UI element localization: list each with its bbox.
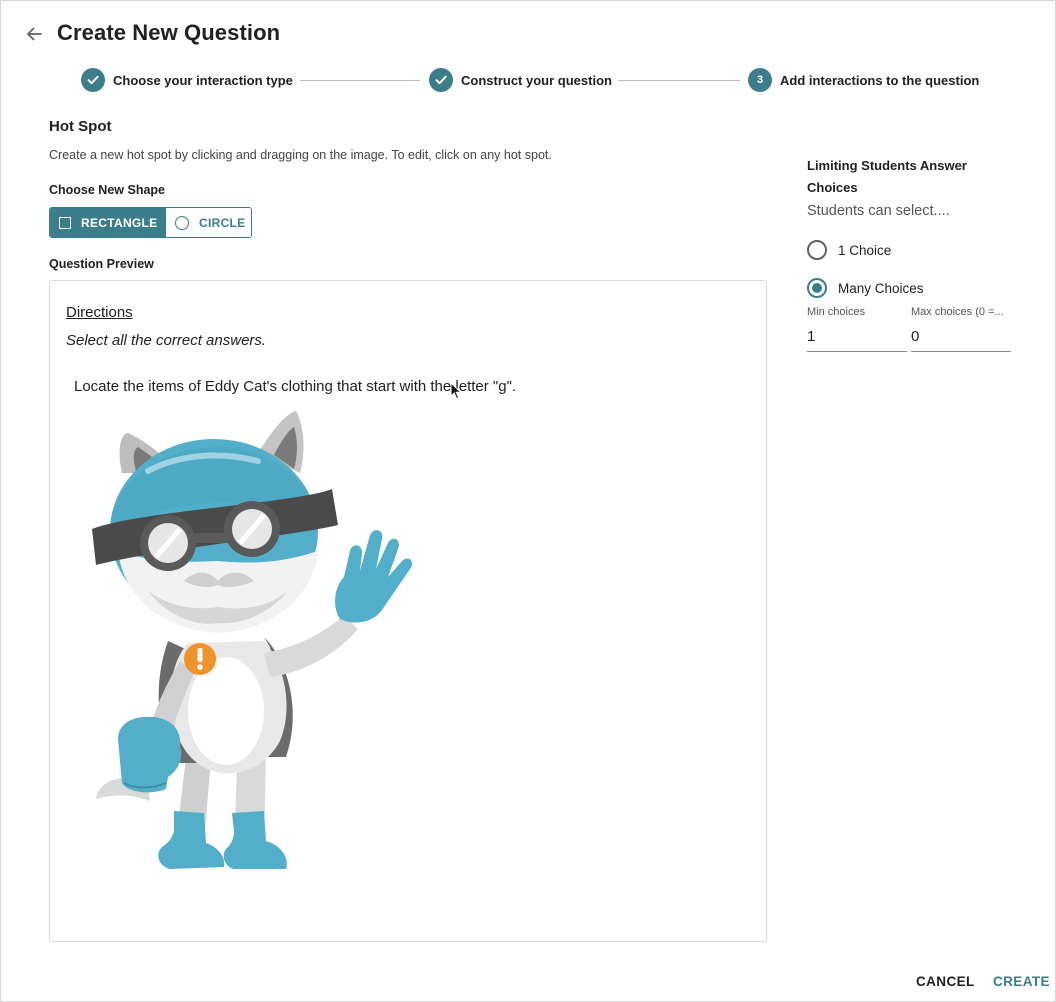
step-2-label: Construct your question [461, 72, 612, 88]
step-3-label: Add interactions to the question [780, 72, 980, 88]
max-choices-field: Max choices (0 =... [911, 306, 1011, 352]
step-3[interactable]: 3 Add interactions to the question [748, 68, 979, 92]
check-icon [87, 75, 99, 85]
limit-subtitle: Students can select.... [807, 203, 950, 219]
preview-label: Question Preview [49, 257, 154, 271]
arrow-left-icon [27, 27, 42, 41]
eddy-cat-image[interactable] [88, 411, 448, 896]
page-frame: Create New Question Choose your interact… [0, 0, 1056, 1002]
radio-one-choice[interactable]: 1 Choice [807, 240, 891, 260]
step-2-circle [429, 68, 453, 92]
circle-shape-button[interactable]: CIRCLE [166, 208, 251, 237]
min-choices-label: Min choices [807, 306, 866, 318]
min-choices-input[interactable] [807, 324, 907, 352]
directions-heading: Directions [66, 304, 133, 321]
radio-many-choices-label: Many Choices [838, 280, 924, 296]
instruction-text: Select all the correct answers. [66, 332, 267, 349]
rectangle-shape-button[interactable]: RECTANGLE [50, 208, 166, 237]
radio-one-choice-label: 1 Choice [838, 242, 892, 258]
check-icon [435, 75, 447, 85]
radio-many-choices[interactable]: Many Choices [807, 278, 924, 298]
question-preview: Directions Select all the correct answer… [49, 280, 767, 942]
stepper: Choose your interaction type Construct y… [81, 68, 1001, 94]
step-connector-2 [618, 80, 740, 81]
step-1-label: Choose your interaction type [113, 72, 293, 88]
radio-unchecked-icon [807, 240, 827, 260]
mouse-cursor-icon [450, 382, 462, 400]
cancel-button[interactable]: CANCEL [916, 974, 975, 989]
page-title: Create New Question [57, 20, 281, 45]
step-connector-1 [300, 80, 420, 81]
circle-label: CIRCLE [199, 215, 246, 230]
max-choices-input[interactable] [911, 324, 1011, 352]
radio-checked-icon [807, 278, 827, 298]
shape-label: Choose New Shape [49, 183, 165, 197]
step-1-circle [81, 68, 105, 92]
rectangle-label: RECTANGLE [81, 215, 158, 230]
min-choices-field: Min choices [807, 306, 907, 352]
max-choices-label: Max choices (0 =... [911, 306, 1004, 318]
limit-title: Limiting Students Answer Choices [807, 158, 967, 195]
hotspot-description: Create a new hot spot by clicking and dr… [49, 148, 552, 162]
shape-toggle-group: RECTANGLE CIRCLE [49, 207, 252, 238]
hotspot-title: Hot Spot [49, 118, 112, 135]
step-3-number: 3 [748, 68, 772, 92]
create-button[interactable]: CREATE [993, 974, 1050, 989]
square-icon [59, 216, 71, 229]
step-1[interactable]: Choose your interaction type [81, 68, 293, 92]
circle-icon [175, 215, 189, 230]
radio-dot [812, 283, 822, 293]
step-2[interactable]: Construct your question [429, 68, 612, 92]
back-button[interactable] [21, 21, 47, 47]
